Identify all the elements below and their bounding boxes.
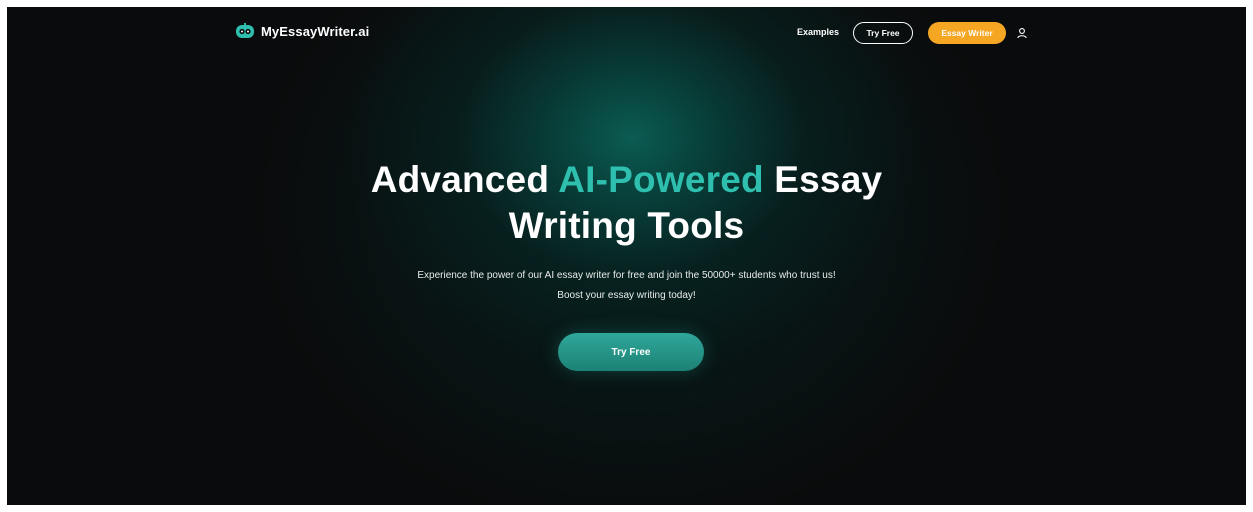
hero-heading: Advanced AI-Powered Essay Writing Tools — [7, 157, 1246, 249]
essay-writer-button[interactable]: Essay Writer — [928, 22, 1006, 44]
brand-name: MyEssayWriter.ai — [261, 23, 370, 39]
heading-text-essay: Essay — [763, 159, 883, 200]
brand-logo[interactable]: MyEssayWriter.ai — [235, 23, 369, 39]
try-free-nav-button[interactable]: Try Free — [853, 22, 913, 44]
page-viewport: MyEssayWriter.ai Examples Try Free Essay… — [7, 7, 1246, 505]
hero-heading-line2: Writing Tools — [508, 205, 745, 246]
hero-subtitle: Experience the power of our AI essay wri… — [7, 266, 1246, 306]
top-navigation: MyEssayWriter.ai Examples Try Free Essay… — [7, 7, 1246, 59]
hero-subtitle-line1: Experience the power of our AI essay wri… — [417, 270, 836, 281]
heading-text-advanced: Advanced — [370, 159, 559, 200]
robot-face-icon — [235, 23, 255, 39]
heading-accent-ai-powered: AI-Powered — [558, 159, 764, 200]
hero-subtitle-line2: Boost your essay writing today! — [557, 290, 696, 301]
background-glow — [7, 7, 1246, 505]
hero-heading-line1: Advanced AI-Powered Essay — [7, 157, 1246, 203]
nav-link-examples[interactable]: Examples — [797, 27, 839, 37]
user-icon[interactable] — [1016, 26, 1028, 39]
try-free-cta-button[interactable]: Try Free — [558, 333, 704, 371]
